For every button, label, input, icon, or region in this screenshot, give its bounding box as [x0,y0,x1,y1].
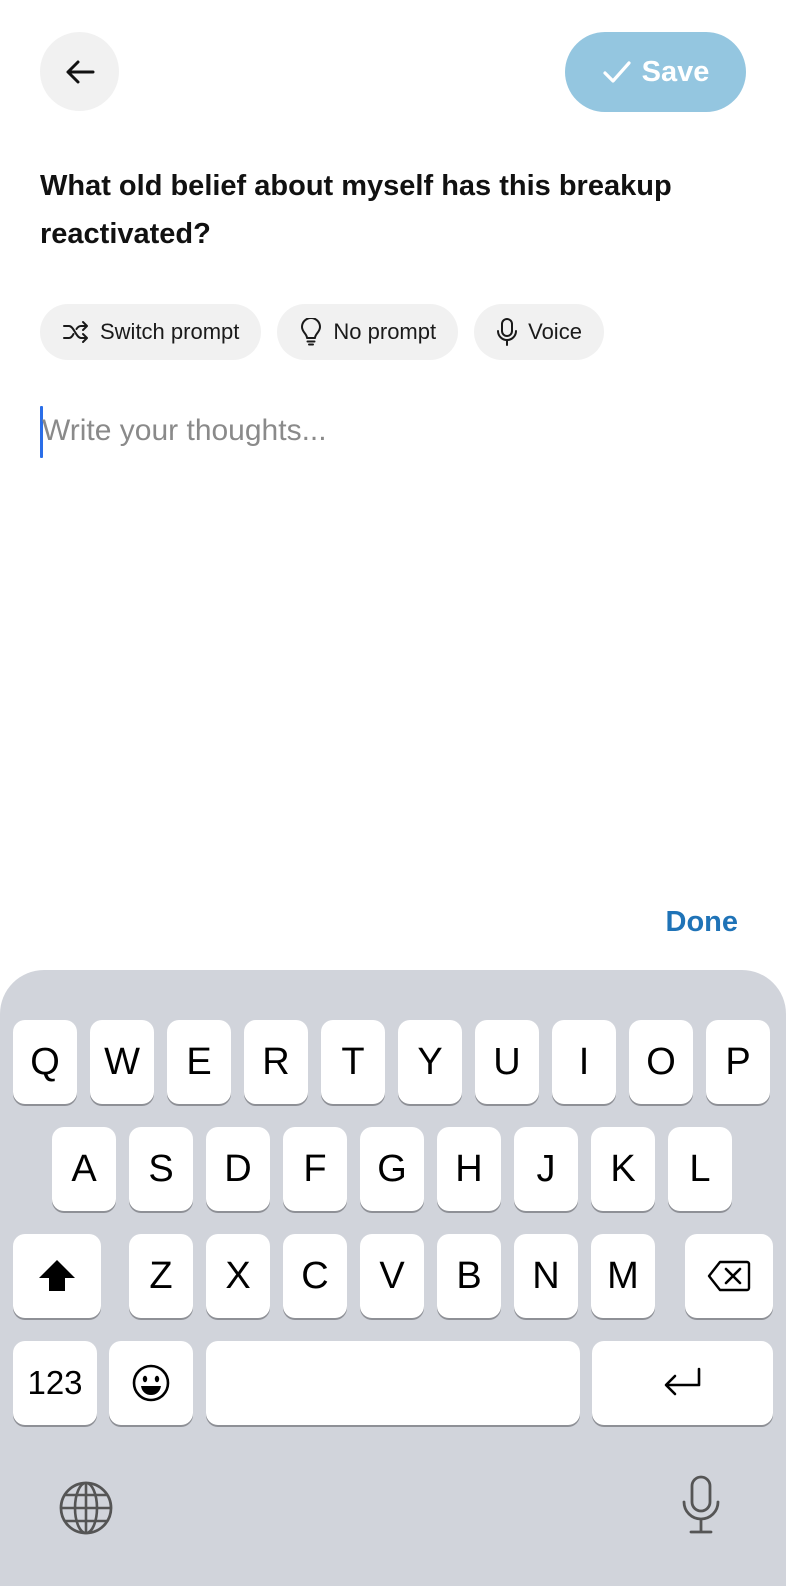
key-i[interactable]: I [552,1020,616,1104]
numbers-key[interactable]: 123 [13,1341,97,1425]
emoji-icon [132,1364,170,1402]
key-h[interactable]: H [437,1127,501,1211]
microphone-icon [682,1475,720,1534]
shuffle-icon [63,321,88,343]
key-t[interactable]: T [321,1020,385,1104]
key-c[interactable]: C [283,1234,347,1318]
delete-key[interactable] [685,1234,773,1318]
key-l[interactable]: L [668,1127,732,1211]
key-j[interactable]: J [514,1127,578,1211]
key-k[interactable]: K [591,1127,655,1211]
save-button[interactable]: Save [565,32,746,112]
save-label: Save [641,55,710,88]
arrow-left-icon [66,60,94,83]
prompt-title: What old belief about myself has this br… [40,170,672,250]
prompt-actions: Switch prompt No prompt Voice [40,304,604,360]
key-g[interactable]: G [360,1127,424,1211]
key-r[interactable]: R [244,1020,308,1104]
emoji-key[interactable] [109,1341,193,1425]
shift-icon [39,1260,75,1291]
return-key[interactable] [592,1341,773,1425]
key-p[interactable]: P [706,1020,770,1104]
space-key[interactable] [206,1341,580,1425]
thoughts-textarea[interactable]: Write your thoughts... [40,404,746,874]
checkmark-icon [603,61,631,83]
switch-prompt-button[interactable]: Switch prompt [40,304,262,360]
key-y[interactable]: Y [398,1020,462,1104]
key-a[interactable]: A [52,1127,116,1211]
key-w[interactable]: W [90,1020,154,1104]
backspace-icon [707,1260,751,1292]
key-v[interactable]: V [360,1234,424,1318]
key-m[interactable]: M [591,1234,655,1318]
globe-icon [59,1481,113,1535]
return-icon [664,1367,700,1396]
no-prompt-label: No prompt [333,319,437,344]
keyboard: Q W E R T Y U I O P A S D F G H J K L Z … [0,970,786,1586]
back-button[interactable] [40,32,119,111]
key-s[interactable]: S [129,1127,193,1211]
voice-button[interactable]: Voice [474,304,604,360]
key-z[interactable]: Z [129,1234,193,1318]
key-u[interactable]: U [475,1020,539,1104]
key-d[interactable]: D [206,1127,270,1211]
microphone-icon [497,318,518,346]
key-n[interactable]: N [514,1234,578,1318]
switch-prompt-label: Switch prompt [100,319,240,344]
key-x[interactable]: X [206,1234,270,1318]
thoughts-placeholder: Write your thoughts... [42,414,327,447]
key-b[interactable]: B [437,1234,501,1318]
shift-key[interactable] [13,1234,101,1318]
lightbulb-icon [301,318,322,346]
key-q[interactable]: Q [13,1020,77,1104]
key-e[interactable]: E [167,1020,231,1104]
dictation-key[interactable] [669,1470,733,1540]
key-f[interactable]: F [283,1127,347,1211]
voice-label: Voice [528,319,582,344]
no-prompt-button[interactable]: No prompt [277,304,459,360]
done-button[interactable]: Done [666,906,739,939]
key-o[interactable]: O [629,1020,693,1104]
globe-key[interactable] [54,1476,118,1540]
